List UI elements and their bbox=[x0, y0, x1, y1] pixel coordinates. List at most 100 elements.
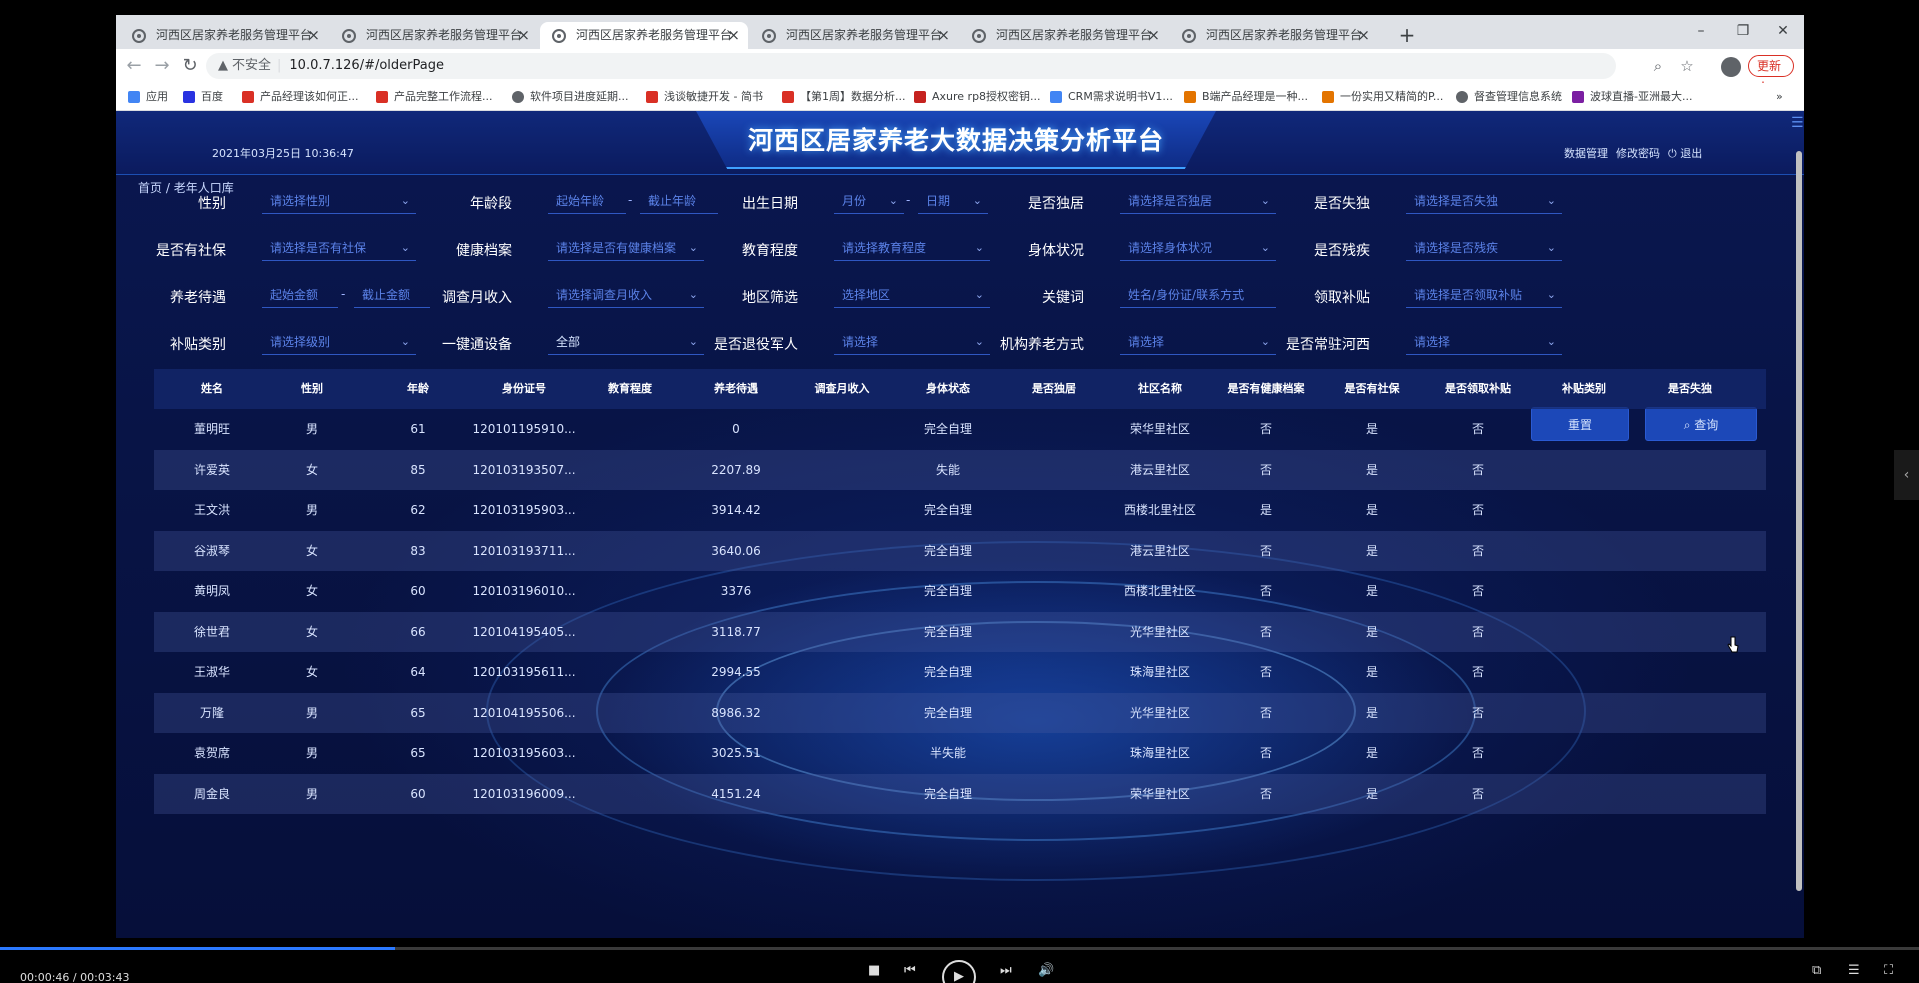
column-header[interactable]: 是否独居 bbox=[996, 369, 1112, 409]
column-header[interactable]: 是否有社保 bbox=[1314, 369, 1430, 409]
table-row[interactable]: 周金良 男 60 120103196009... 4151.24 完全自理 荣华里社区 否 是 否 bbox=[154, 773, 1766, 814]
table-row[interactable]: 黄明凤 女 60 120103196010... 3376 完全自理 西楼北里社区 否 是 否 bbox=[154, 571, 1766, 611]
play-button[interactable]: ▶ bbox=[942, 960, 976, 983]
column-header[interactable]: 性别 bbox=[254, 369, 370, 409]
browser-tab-active[interactable]: 河西区居家养老服务管理平台 × bbox=[540, 22, 748, 49]
more-bookmarks-icon[interactable]: » bbox=[1776, 88, 1783, 106]
age-end-input[interactable]: 截止年龄 bbox=[640, 188, 718, 214]
table-row[interactable]: 许爱英 女 85 120103193507... 2207.89 失能 港云里社区 否 是 否 bbox=[154, 449, 1766, 490]
table-row[interactable]: 万隆 男 65 120104195506... 8986.32 完全自理 光华里社区 否 是 否 bbox=[154, 692, 1766, 733]
url-input[interactable]: ▲ 不安全 | 10.0.7.126/#/olderPage bbox=[206, 53, 1616, 79]
bookmark-item[interactable]: B端产品经理是一种... bbox=[1184, 88, 1308, 106]
health-status-select[interactable]: 请选择身体状况 ⌄ bbox=[1120, 235, 1276, 261]
bookmark-item[interactable]: 产品完整工作流程... bbox=[376, 88, 493, 106]
veteran-select[interactable]: 请选择 ⌄ bbox=[834, 329, 990, 355]
column-header[interactable]: 社区名称 bbox=[1102, 369, 1218, 409]
column-header[interactable]: 调查月收入 bbox=[784, 369, 900, 409]
volume-icon[interactable]: 🔊 bbox=[1038, 963, 1054, 978]
browser-tab[interactable]: 河西区居家养老服务管理平台 × bbox=[120, 22, 328, 49]
table-row[interactable]: 袁贺席 男 65 120103195603... 3025.51 半失能 珠海里社区 否 是 否 bbox=[154, 733, 1766, 773]
column-header[interactable]: 年龄 bbox=[360, 369, 476, 409]
column-header[interactable]: 身体状态 bbox=[890, 369, 1006, 409]
close-icon[interactable]: × bbox=[307, 22, 320, 49]
stop-icon[interactable]: ■ bbox=[868, 963, 880, 978]
institution-mode-select[interactable]: 请选择 ⌄ bbox=[1120, 329, 1276, 355]
update-button[interactable]: 更新 ⋮ bbox=[1748, 55, 1794, 93]
close-icon[interactable]: × bbox=[727, 22, 740, 49]
subsidy-type-select[interactable]: 请选择级别 ⌄ bbox=[262, 329, 416, 355]
gender-select[interactable]: 请选择性别 ⌄ bbox=[262, 188, 416, 214]
bookmark-item[interactable]: 一份实用又精简的P... bbox=[1322, 88, 1443, 106]
subsidy-received-select[interactable]: 请选择是否领取补贴 ⌄ bbox=[1406, 282, 1562, 308]
close-window-icon[interactable]: ✕ bbox=[1768, 19, 1798, 43]
bookmark-item[interactable]: 浅谈敏捷开发 - 简书 bbox=[646, 88, 763, 106]
table-row[interactable]: 谷淑琴 女 83 120103193711... 3640.06 完全自理 港云里社区 否 是 否 bbox=[154, 530, 1766, 571]
page-scrollbar[interactable] bbox=[1796, 151, 1802, 891]
column-header[interactable]: 是否失独 bbox=[1632, 369, 1748, 409]
profile-avatar[interactable] bbox=[1721, 57, 1741, 77]
column-header[interactable]: 教育程度 bbox=[572, 369, 688, 409]
column-header[interactable]: 养老待遇 bbox=[678, 369, 794, 409]
browser-tab[interactable]: 河西区居家养老服务管理平台 × bbox=[330, 22, 538, 49]
close-icon[interactable]: × bbox=[1147, 22, 1160, 49]
birth-month-select[interactable]: 月份 ⌄ bbox=[834, 188, 904, 214]
table-row[interactable]: 董明旺 男 61 120101195910... 0 完全自理 荣华里社区 否 是 否 bbox=[154, 409, 1766, 449]
disabled-select[interactable]: 请选择是否残疾 ⌄ bbox=[1406, 235, 1562, 261]
bookmark-item[interactable]: CRM需求说明书V1... bbox=[1050, 88, 1173, 106]
reload-icon[interactable]: ↻ bbox=[178, 54, 202, 78]
side-panel-toggle[interactable]: ‹ bbox=[1894, 450, 1919, 500]
bookmark-item[interactable]: 百度 bbox=[183, 88, 223, 106]
video-progress-bar[interactable] bbox=[0, 947, 1919, 950]
region-select[interactable]: 选择地区 ⌄ bbox=[834, 282, 990, 308]
alone-select[interactable]: 请选择是否独居 ⌄ bbox=[1120, 188, 1276, 214]
column-header[interactable]: 补贴类别 bbox=[1526, 369, 1642, 409]
column-header[interactable]: 是否有健康档案 bbox=[1208, 369, 1324, 409]
previous-icon[interactable]: ⏮ bbox=[904, 963, 916, 978]
fullscreen-icon[interactable]: ⛶ bbox=[1884, 963, 1893, 978]
close-icon[interactable]: × bbox=[937, 22, 950, 49]
social-security-select[interactable]: 请选择是否有社保 ⌄ bbox=[262, 235, 416, 261]
close-icon[interactable]: × bbox=[1357, 22, 1370, 49]
browser-tab[interactable]: 河西区居家养老服务管理平台 × bbox=[750, 22, 958, 49]
minimize-icon[interactable]: – bbox=[1686, 19, 1716, 43]
bookmark-item[interactable]: 应用 bbox=[128, 88, 168, 106]
monthly-income-select[interactable]: 请选择调查月收入 ⌄ bbox=[548, 282, 704, 308]
column-header[interactable]: 身份证号 bbox=[466, 369, 582, 409]
menu-icon[interactable]: ☰ bbox=[1791, 115, 1804, 131]
table-row[interactable]: 王淑华 女 64 120103195611... 2994.55 完全自理 珠海里社区 否 是 否 bbox=[154, 652, 1766, 692]
bookmark-item[interactable]: 波球直播-亚洲最大... bbox=[1572, 88, 1692, 106]
pension-end-input[interactable]: 截止金额 bbox=[354, 282, 430, 308]
new-tab-button[interactable]: + bbox=[1395, 22, 1419, 49]
bookmark-item[interactable]: 软件项目进度延期... bbox=[512, 88, 629, 106]
table-row[interactable]: 王文洪 男 62 120103195903... 3914.42 完全自理 西楼北里社区 是 是… bbox=[154, 490, 1766, 530]
age-start-input[interactable]: 起始年龄 bbox=[548, 188, 626, 214]
browser-tab[interactable]: 河西区居家养老服务管理平台 × bbox=[960, 22, 1168, 49]
column-header[interactable]: 姓名 bbox=[154, 369, 270, 409]
forward-icon[interactable]: → bbox=[150, 54, 174, 78]
table-row[interactable]: 徐世君 女 66 120104195405... 3118.77 完全自理 光华里社区 否 是 否 bbox=[154, 611, 1766, 652]
settings-icon[interactable]: ☰ bbox=[1848, 963, 1860, 978]
bookmark-item[interactable]: 产品经理该如何正... bbox=[242, 88, 359, 106]
bookmark-item[interactable]: 督查管理信息系统 bbox=[1456, 88, 1562, 106]
star-icon[interactable]: ☆ bbox=[1676, 54, 1698, 78]
next-icon[interactable]: ⏭ bbox=[1000, 963, 1012, 978]
education-select[interactable]: 请选择教育程度 ⌄ bbox=[834, 235, 990, 261]
keyword-input[interactable]: 姓名/身份证/联系方式 bbox=[1120, 282, 1276, 308]
bookmark-item[interactable]: Axure rp8授权密钥... bbox=[914, 88, 1041, 106]
birth-day-select[interactable]: 日期 ⌄ bbox=[918, 188, 988, 214]
logout-link[interactable]: ⏻ 退出 bbox=[1668, 145, 1702, 161]
pension-start-input[interactable]: 起始金额 bbox=[262, 282, 338, 308]
health-record-select[interactable]: 请选择是否有健康档案 ⌄ bbox=[548, 235, 704, 261]
close-icon[interactable]: × bbox=[517, 22, 530, 49]
back-icon[interactable]: ← bbox=[122, 54, 146, 78]
one-touch-device-select[interactable]: 全部 ⌄ bbox=[548, 329, 704, 355]
lost-only-child-select[interactable]: 请选择是否失独 ⌄ bbox=[1406, 188, 1562, 214]
change-password-link[interactable]: 修改密码 bbox=[1616, 145, 1660, 161]
column-header[interactable]: 是否领取补贴 bbox=[1420, 369, 1536, 409]
browser-tab[interactable]: 河西区居家养老服务管理平台 × bbox=[1170, 22, 1378, 49]
resident-hexi-select[interactable]: 请选择 ⌄ bbox=[1406, 329, 1562, 355]
restore-icon[interactable]: ❐ bbox=[1728, 19, 1758, 43]
data-manage-link[interactable]: 数据管理 bbox=[1564, 145, 1608, 161]
zoom-icon[interactable]: ⌕ bbox=[1647, 54, 1669, 78]
screenshot-icon[interactable]: ⧉ bbox=[1812, 963, 1821, 978]
